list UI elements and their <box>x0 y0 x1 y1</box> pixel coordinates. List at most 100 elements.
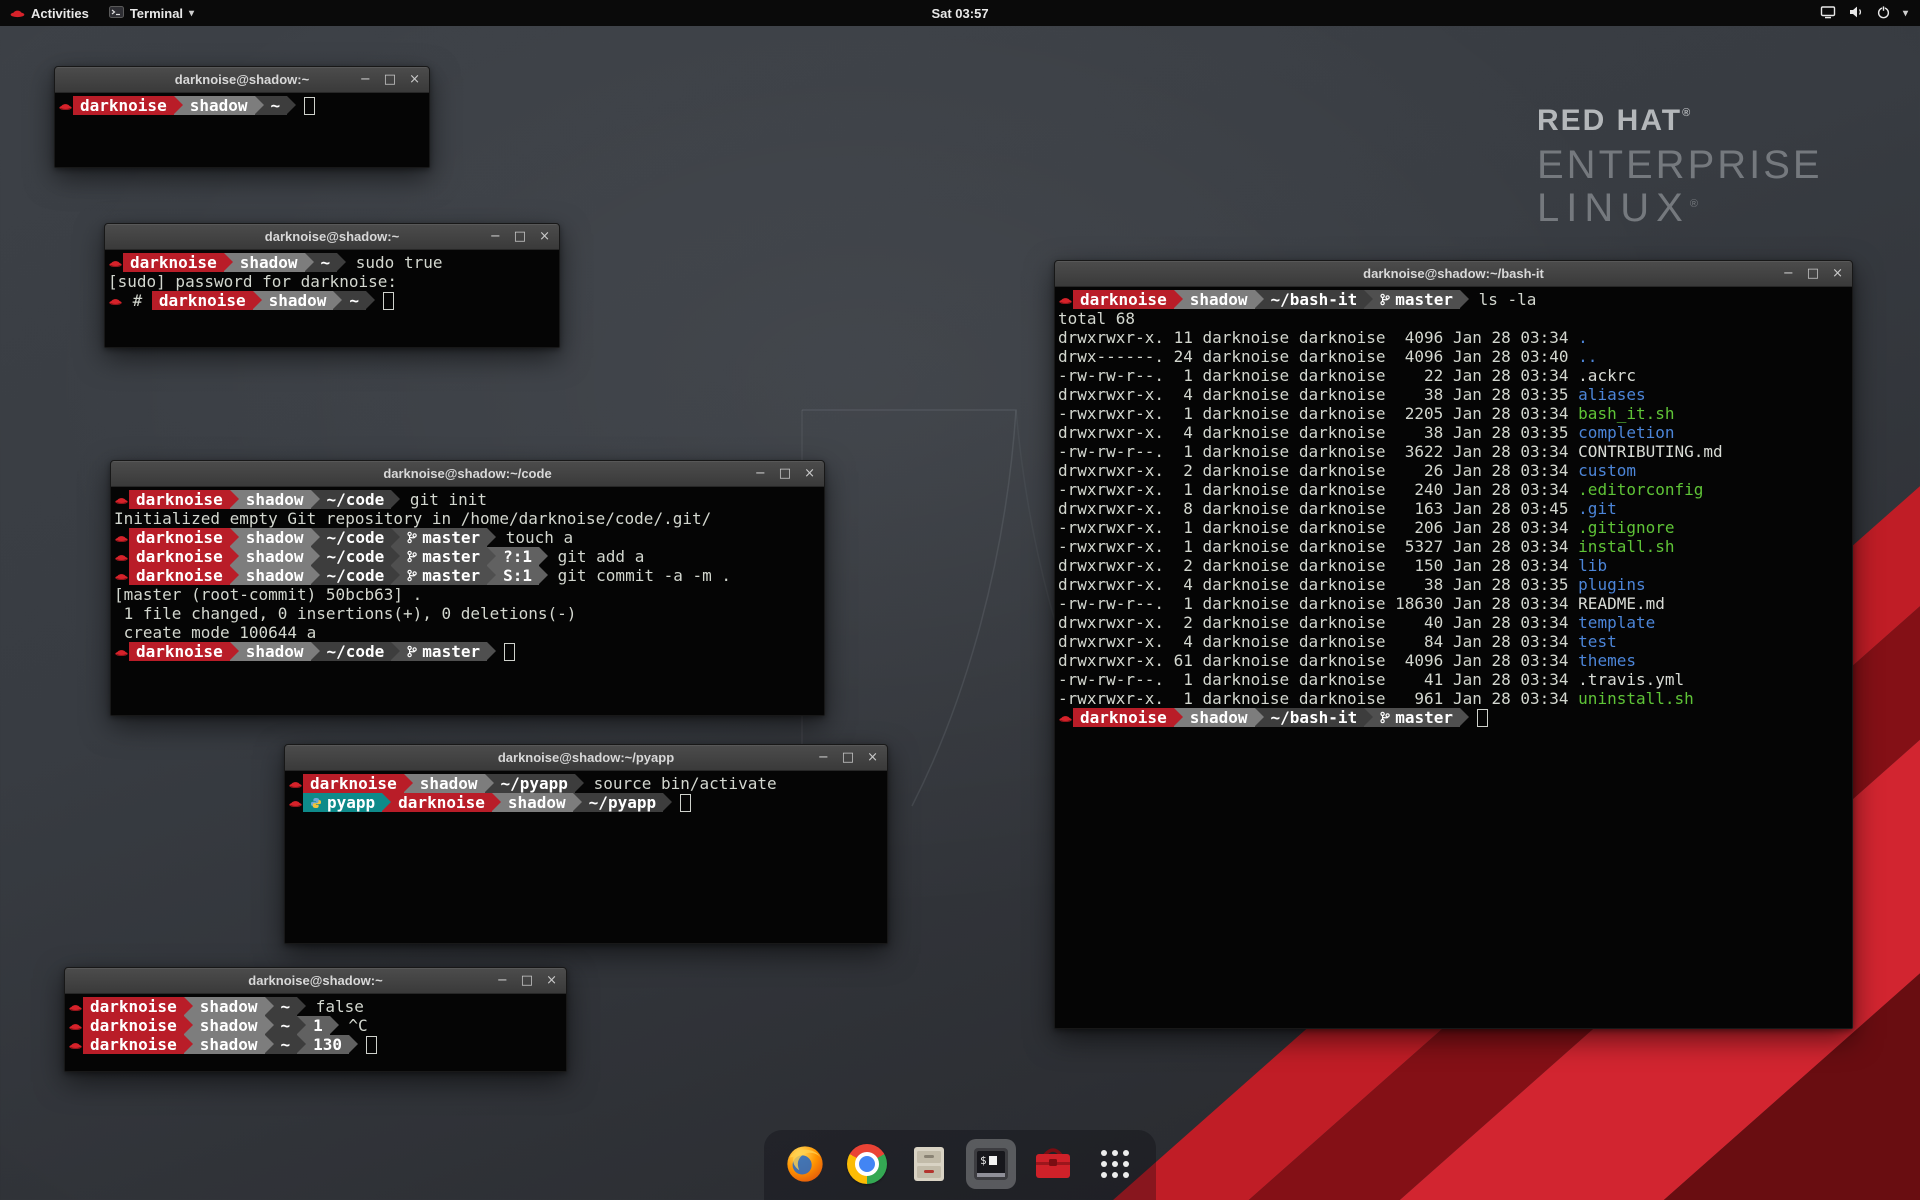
svg-text:$: $ <box>980 1154 987 1167</box>
prompt-segment: 130 <box>306 1035 349 1054</box>
powerline-separator-icon <box>184 1035 193 1054</box>
powerline-separator-icon <box>1460 290 1469 309</box>
close-button[interactable]: × <box>804 467 815 480</box>
terminal-line: drwxrwxr-x. 4 darknoise darknoise 38 Jan… <box>1058 575 1849 594</box>
close-button[interactable]: × <box>546 974 557 987</box>
prompt-segment: shadow <box>1183 290 1255 309</box>
terminal-window[interactable]: darknoise@shadow:~ − □ × darknoiseshadow… <box>104 223 560 348</box>
app-menu-terminal[interactable]: Terminal ▾ <box>99 0 204 26</box>
clock[interactable]: Sat 03:57 <box>921 0 998 26</box>
top-bar: Activities Terminal ▾ Sat 03:57 ▾ <box>0 0 1920 26</box>
powerline-separator-icon <box>382 793 391 812</box>
prompt-segment: 1 <box>306 1016 330 1035</box>
terminal-body[interactable]: darknoiseshadow~ sudo true[sudo] passwor… <box>105 250 559 347</box>
git-branch-icon <box>407 645 422 658</box>
close-button[interactable]: × <box>1832 267 1843 280</box>
titlebar[interactable]: darknoise@shadow:~ − □ × <box>65 968 566 994</box>
powerline-separator-icon <box>297 1035 306 1054</box>
terminal-line: Initialized empty Git repository in /hom… <box>114 509 821 528</box>
window-title: darknoise@shadow:~ <box>175 72 309 87</box>
terminal-line: drwxrwxr-x. 8 darknoise darknoise 163 Ja… <box>1058 499 1849 518</box>
terminal-text: .git <box>1578 499 1617 518</box>
terminal-body[interactable]: darknoiseshadow~/code git initInitialize… <box>111 487 824 715</box>
maximize-button[interactable]: □ <box>521 974 533 987</box>
prompt-segment: shadow <box>239 566 311 585</box>
prompt-segment: S:1 <box>496 566 539 585</box>
terminal-window[interactable]: darknoise@shadow:~/code − □ × darknoises… <box>110 460 825 716</box>
powerline-separator-icon <box>330 1016 339 1035</box>
minimize-button[interactable]: − <box>497 974 508 987</box>
minimize-button[interactable]: − <box>360 73 371 86</box>
terminal-text: CONTRIBUTING.md <box>1578 442 1723 461</box>
terminal-line: -rw-rw-r--. 1 darknoise darknoise 22 Jan… <box>1058 366 1849 385</box>
close-button[interactable]: × <box>539 230 550 243</box>
terminal-window[interactable]: darknoise@shadow:~ − □ × darknoiseshadow… <box>64 967 567 1072</box>
prompt-segment: master <box>1373 290 1460 309</box>
titlebar[interactable]: darknoise@shadow:~/pyapp − □ × <box>285 745 887 771</box>
redhat-prompt-icon <box>58 96 73 115</box>
terminal-body[interactable]: darknoiseshadow~ falsedarknoiseshadow~1 … <box>65 994 566 1071</box>
powerline-separator-icon <box>265 1016 274 1035</box>
terminal-body[interactable]: darknoiseshadow~/pyapp source bin/activa… <box>285 771 887 943</box>
minimize-button[interactable]: − <box>490 230 501 243</box>
titlebar[interactable]: darknoise@shadow:~ − □ × <box>105 224 559 250</box>
terminal-text: .travis.yml <box>1578 670 1684 689</box>
redhat-prompt-icon <box>68 997 83 1016</box>
redhat-prompt-icon <box>1058 290 1073 309</box>
maximize-button[interactable]: □ <box>384 73 396 86</box>
terminal-text: drwxrwxr-x. 4 darknoise darknoise 38 Jan… <box>1058 575 1578 594</box>
dock-item-app-grid[interactable] <box>1090 1139 1140 1189</box>
dock-item-chrome[interactable] <box>842 1139 892 1189</box>
terminal-cursor <box>680 794 691 812</box>
powerline-separator-icon <box>485 774 494 793</box>
terminal-line: -rwxrwxr-x. 1 darknoise darknoise 240 Ja… <box>1058 480 1849 499</box>
maximize-button[interactable]: □ <box>842 751 854 764</box>
terminal-app-icon <box>109 6 124 21</box>
redhat-prompt-icon <box>68 1016 83 1035</box>
dock-item-files[interactable] <box>904 1139 954 1189</box>
terminal-text: bash_it.sh <box>1578 404 1674 423</box>
terminal-body[interactable]: darknoiseshadow~ <box>55 93 429 167</box>
maximize-button[interactable]: □ <box>1807 267 1819 280</box>
powerline-separator-icon <box>184 997 193 1016</box>
terminal-window[interactable]: darknoise@shadow:~/pyapp − □ × darknoise… <box>284 744 888 944</box>
powerline-separator-icon <box>487 528 496 547</box>
activities-button[interactable]: Activities <box>0 0 99 26</box>
terminal-line: -rw-rw-r--. 1 darknoise darknoise 41 Jan… <box>1058 670 1849 689</box>
minimize-button[interactable]: − <box>755 467 766 480</box>
minimize-button[interactable]: − <box>818 751 829 764</box>
terminal-text: install.sh <box>1578 537 1674 556</box>
terminal-line: drwxrwxr-x. 61 darknoise darknoise 4096 … <box>1058 651 1849 670</box>
prompt-segment: ~/pyapp <box>582 793 663 812</box>
terminal-text: ^C <box>339 1016 368 1035</box>
dock-item-toolbox[interactable] <box>1028 1139 1078 1189</box>
terminal-text: drwxrwxr-x. 11 darknoise darknoise 4096 … <box>1058 328 1578 347</box>
maximize-button[interactable]: □ <box>514 230 526 243</box>
powerline-separator-icon <box>265 997 274 1016</box>
close-button[interactable]: × <box>867 751 878 764</box>
maximize-button[interactable]: □ <box>779 467 791 480</box>
prompt-segment: darknoise <box>73 96 174 115</box>
titlebar[interactable]: darknoise@shadow:~ − □ × <box>55 67 429 93</box>
system-status-area[interactable]: ▾ <box>1808 0 1920 26</box>
terminal-text: completion <box>1578 423 1674 442</box>
dock-item-terminal[interactable]: $ <box>966 1139 1016 1189</box>
prompt-segment: ~/code <box>320 547 392 566</box>
titlebar[interactable]: darknoise@shadow:~/bash-it − □ × <box>1055 261 1852 287</box>
powerline-separator-icon <box>311 547 320 566</box>
prompt-segment: ~/pyapp <box>494 774 575 793</box>
volume-icon <box>1848 5 1864 22</box>
dock-item-firefox[interactable] <box>780 1139 830 1189</box>
terminal-line: drwxrwxr-x. 4 darknoise darknoise 38 Jan… <box>1058 423 1849 442</box>
close-button[interactable]: × <box>409 73 420 86</box>
minimize-button[interactable]: − <box>1783 267 1794 280</box>
prompt-segment: ~/bash-it <box>1264 708 1365 727</box>
terminal-window[interactable]: darknoise@shadow:~ − □ × darknoiseshadow… <box>54 66 430 168</box>
powerline-separator-icon <box>305 253 314 272</box>
titlebar[interactable]: darknoise@shadow:~/code − □ × <box>111 461 824 487</box>
terminal-body[interactable]: darknoiseshadow~/bash-itmaster ls -latot… <box>1055 287 1852 1028</box>
git-branch-icon <box>1380 711 1395 724</box>
prompt-segment: darknoise <box>152 291 253 310</box>
terminal-text: .. <box>1578 347 1597 366</box>
terminal-window[interactable]: darknoise@shadow:~/bash-it − □ × darknoi… <box>1054 260 1853 1029</box>
